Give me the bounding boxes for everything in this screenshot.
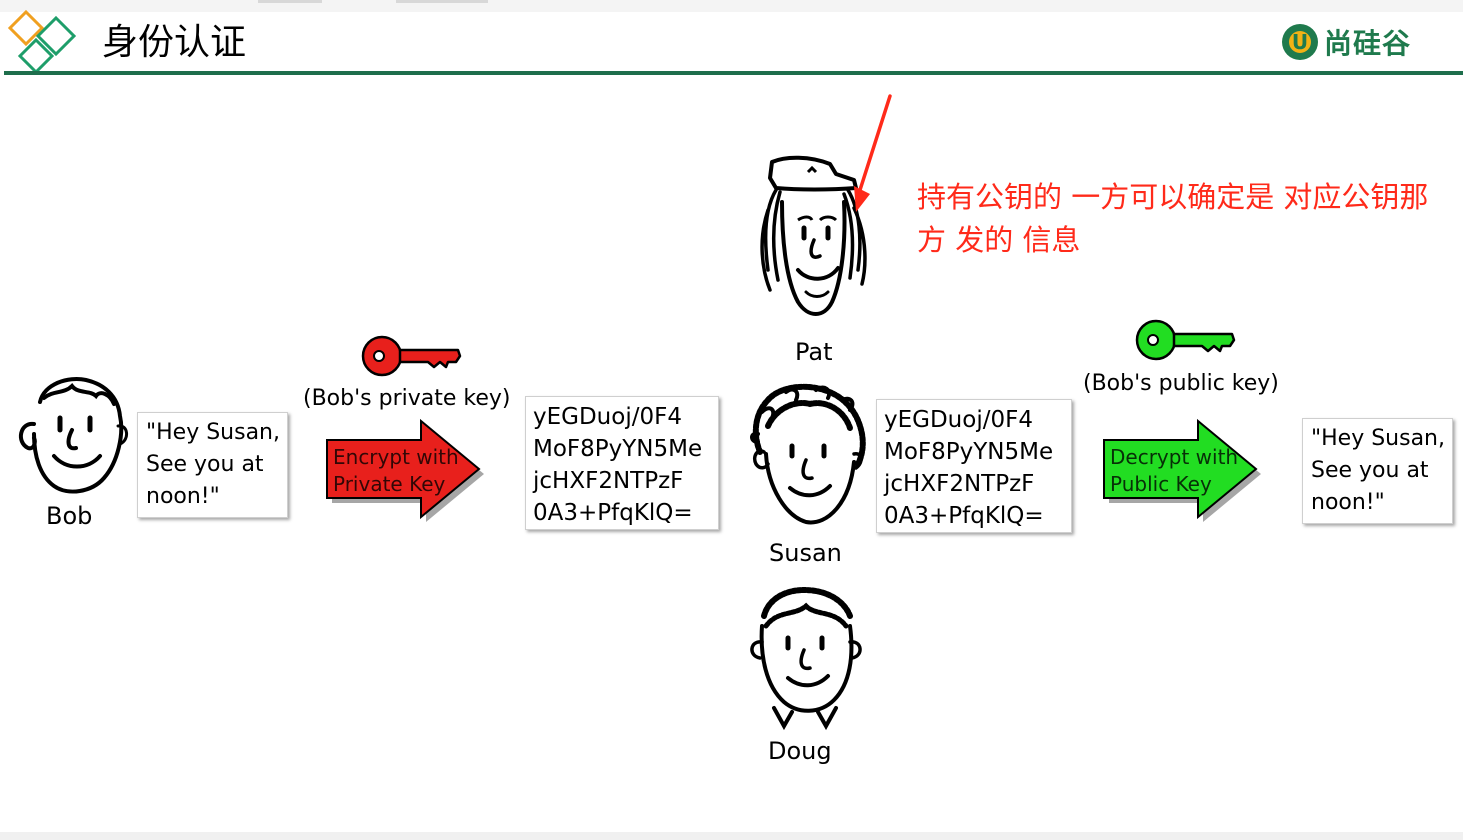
doug-face-icon [750,586,862,731]
bob-label: Bob [46,502,93,530]
ciphertext-line: yEGDuoj/0F4 [884,407,1033,433]
diamond-logo-icon [7,9,77,75]
ciphertext-line: MoF8PyYN5Me [533,436,703,462]
top-strip-tab [258,0,322,3]
ciphertext-line: 0A3+PfqKlQ= [533,500,693,526]
public-key-icon [1135,319,1236,361]
doug-label: Doug [768,737,832,765]
ciphertext-box: yEGDuoj/0F4 MoF8PyYN5Me jcHXF2NTPzF 0A3+… [525,396,719,530]
top-strip-tab [396,0,488,3]
decrypt-arrow-label: Decrypt with Public Key [1110,445,1239,496]
top-strip [0,0,1463,12]
brand-logo: U 尚硅谷 [1280,22,1411,62]
ciphertext-line: MoF8PyYN5Me [884,439,1054,465]
annotation-text: 持有公钥的 一方可以确定是 对应公钥那方 发的 信息 [917,180,1429,257]
susan-label: Susan [769,539,842,567]
ciphertext-line: 0A3+PfqKlQ= [884,503,1044,529]
private-key-label: (Bob's private key) [303,386,511,411]
brand-name: 尚硅谷 [1324,27,1412,60]
encrypt-arrow-label: Encrypt with Private Key [333,445,459,496]
slide: 身份认证 U 尚硅谷 Bob "Hey Susan, See you at no… [0,0,1463,832]
plaintext-message-box: "Hey Susan, See you at noon!" [1302,418,1453,524]
brand-u-icon: U [1282,24,1318,60]
ciphertext-line: yEGDuoj/0F4 [533,404,682,430]
ciphertext-line: jcHXF2NTPzF [533,468,684,494]
public-key-label: (Bob's public key) [1083,371,1279,396]
ciphertext-line: jcHXF2NTPzF [884,471,1035,497]
header-divider [4,71,1463,75]
plaintext-message-box: "Hey Susan, See you at noon!" [137,412,288,518]
susan-face-icon [750,383,866,525]
bob-face-icon [18,377,128,494]
page-title: 身份认证 [102,22,247,63]
ciphertext-box: yEGDuoj/0F4 MoF8PyYN5Me jcHXF2NTPzF 0A3+… [876,399,1072,533]
pat-label: Pat [795,338,833,366]
private-key-icon [361,335,462,377]
brand-u-letter: U [1292,30,1308,54]
annotation-arrow-icon [854,94,892,212]
